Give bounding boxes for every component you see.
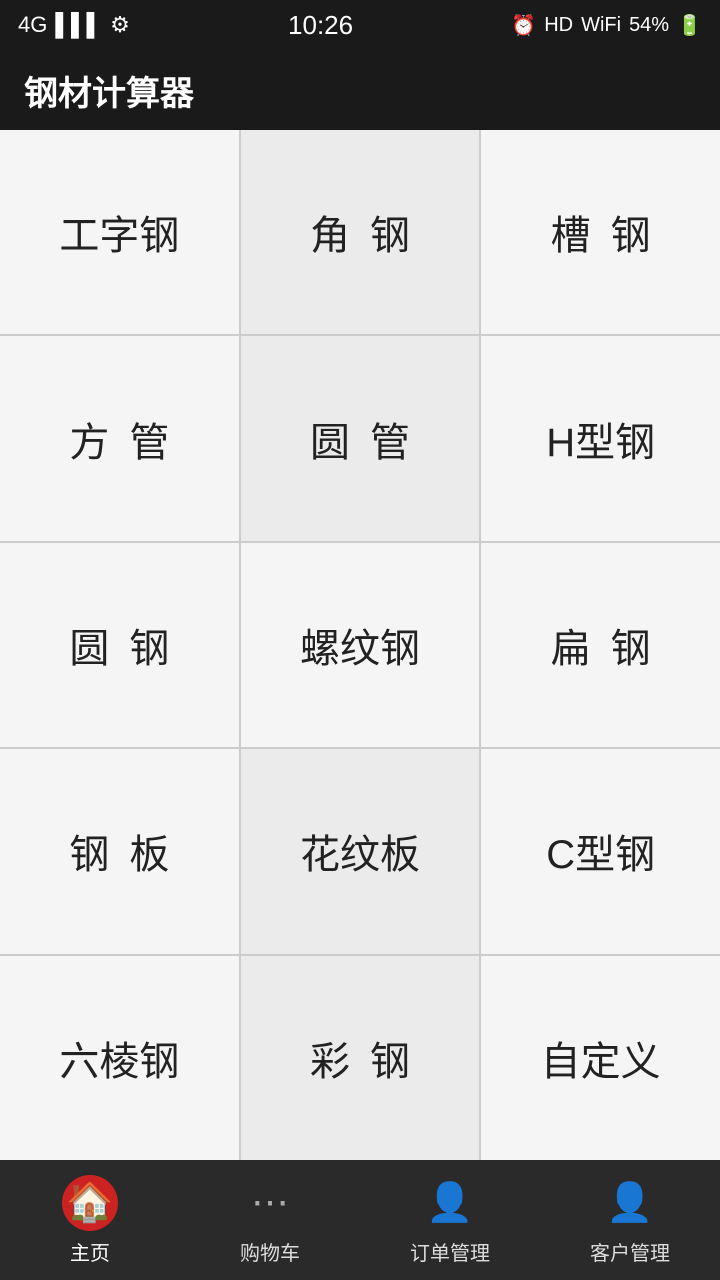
grid-item-liulengang[interactable]: 六棱钢	[0, 956, 239, 1160]
nav-item-cart[interactable]: ⋯ 购物车	[190, 1175, 350, 1266]
grid-item-gongjig[interactable]: 工字钢	[0, 130, 239, 334]
grid-item-luowengang[interactable]: 螺纹钢	[241, 543, 480, 747]
app-title: 钢材计算器	[24, 66, 194, 115]
battery-text: 54%	[629, 14, 669, 37]
grid-item-caigang[interactable]: 彩 钢	[241, 956, 480, 1160]
nav-label-home: 主页	[70, 1237, 110, 1266]
nav-label-cart: 购物车	[240, 1237, 300, 1266]
hd-badge: HD	[544, 14, 573, 37]
orders-icon: 👤	[422, 1175, 478, 1231]
nav-item-orders[interactable]: 👤 订单管理	[370, 1175, 530, 1266]
grid-item-yuangang[interactable]: 圆 钢	[0, 543, 239, 747]
grid-item-yuanguan[interactable]: 圆 管	[241, 336, 480, 540]
grid-item-fangguan[interactable]: 方 管	[0, 336, 239, 540]
nav-label-customers: 客户管理	[590, 1237, 670, 1266]
wifi-icon: WiFi	[581, 14, 621, 37]
grid-item-caogang[interactable]: 槽 钢	[481, 130, 720, 334]
material-grid: 工字钢 角 钢 槽 钢 方 管 圆 管 H型钢 圆 钢 螺纹钢 扁 钢 钢 板 …	[0, 130, 720, 1160]
bottom-navigation: 🏠 主页 ⋯ 购物车 👤 订单管理 👤 客户管理	[0, 1160, 720, 1280]
grid-item-huawenban[interactable]: 花纹板	[241, 749, 480, 953]
signal-text: 4G	[18, 12, 47, 38]
status-bar: 4G ▌▌▌ ⚙ 10:26 ⏰ HD WiFi 54% 🔋	[0, 0, 720, 50]
grid-item-zidinyi[interactable]: 自定义	[481, 956, 720, 1160]
android-icon: ⚙	[110, 12, 130, 38]
nav-item-home[interactable]: 🏠 主页	[10, 1175, 170, 1266]
alarm-icon: ⏰	[511, 13, 536, 38]
home-icon: 🏠	[62, 1175, 118, 1231]
cart-icon: ⋯	[242, 1175, 298, 1231]
customers-icon: 👤	[602, 1175, 658, 1231]
grid-item-jiagang[interactable]: 角 钢	[241, 130, 480, 334]
battery-icon: 🔋	[677, 13, 702, 38]
grid-item-cxinggang[interactable]: C型钢	[481, 749, 720, 953]
clock: 10:26	[288, 10, 353, 41]
nav-item-customers[interactable]: 👤 客户管理	[550, 1175, 710, 1266]
app-header: 钢材计算器	[0, 50, 720, 130]
system-icons: ⏰ HD WiFi 54% 🔋	[511, 13, 702, 38]
grid-item-biangang[interactable]: 扁 钢	[481, 543, 720, 747]
signal-bars-icon: ▌▌▌	[55, 12, 102, 38]
grid-item-gangban[interactable]: 钢 板	[0, 749, 239, 953]
grid-item-hxinggang[interactable]: H型钢	[481, 336, 720, 540]
nav-label-orders: 订单管理	[410, 1237, 490, 1266]
signal-area: 4G ▌▌▌ ⚙	[18, 12, 130, 38]
